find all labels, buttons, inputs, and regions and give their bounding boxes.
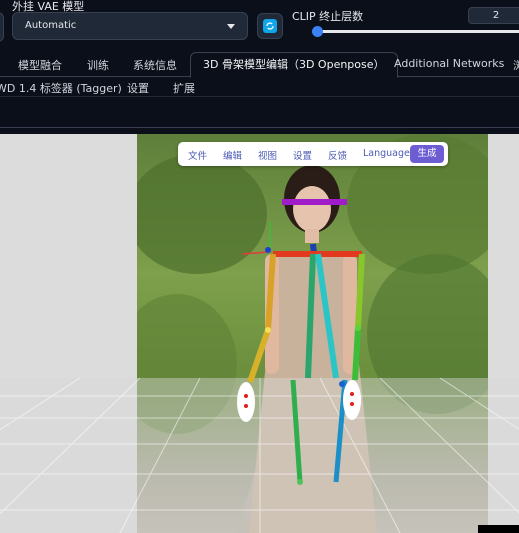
pose-left-body [305,253,316,379]
clip-skip-slider[interactable] [312,30,519,33]
clip-skip-input[interactable]: 2 [468,7,519,24]
pose-skeleton[interactable] [0,134,519,533]
menu-file[interactable]: 文件 [188,148,207,162]
vae-dropdown[interactable]: Automatic [12,12,248,40]
menu-settings[interactable]: 设置 [293,148,312,162]
pose-right-hand [343,380,361,420]
tab-system-info[interactable]: 系统信息 [133,57,177,73]
tab-browser[interactable]: 浏 [513,57,519,73]
vae-selected-value: Automatic [25,20,77,31]
tab-additional-networks[interactable]: Additional Networks [394,57,504,70]
pose-left-hand [237,382,255,422]
menu-view[interactable]: 视图 [258,148,277,162]
pose-right-upper-arm [355,253,365,329]
clip-skip-slider-thumb[interactable] [312,26,323,37]
tab-train[interactable]: 训练 [87,57,109,73]
pose-joint [265,327,271,333]
editor-menubar: 文件 编辑 视图 设置 反馈 Language 生成 [178,142,448,166]
tab-settings[interactable]: 设置 [127,80,149,96]
generate-button[interactable]: 生成 [410,145,444,163]
canvas-corner-overlay [478,525,519,533]
menu-feedback[interactable]: 反馈 [328,148,347,162]
subtabs-divider [0,96,519,97]
pose-joint [339,381,345,387]
tab-extensions[interactable]: 扩展 [173,80,195,96]
pose-right-hand-joint [350,402,354,406]
tab-tagger[interactable]: WD 1.4 标签器 (Tagger) [0,80,122,96]
openpose-3d-canvas[interactable] [0,134,519,533]
pose-left-hand-joint [244,404,248,408]
tab-merge[interactable]: 模型融合 [18,57,62,73]
left-panel-edge [0,12,4,42]
panel-divider [0,127,519,128]
pose-right-body [315,253,339,379]
pose-right-forearm [352,327,361,381]
menu-edit[interactable]: 编辑 [223,148,242,162]
pose-joint [297,479,303,485]
refresh-button[interactable] [257,13,283,39]
gizmo-x-axis [241,251,269,255]
pose-left-hand-joint [244,394,248,398]
pose-left-upper-arm [265,253,276,331]
chevron-down-icon [227,24,235,29]
pose-joint [355,325,361,331]
menu-language[interactable]: Language [363,148,410,159]
clip-skip-label: CLIP 终止层数 [292,10,364,23]
pose-right-hand-joint [350,392,354,396]
refresh-arrows-icon [266,22,274,30]
pose-left-forearm [247,329,271,383]
tab-3d-openpose[interactable]: 3D 骨架模型编辑（3D Openpose） [190,52,398,78]
gizmo-z-handle [265,247,271,253]
